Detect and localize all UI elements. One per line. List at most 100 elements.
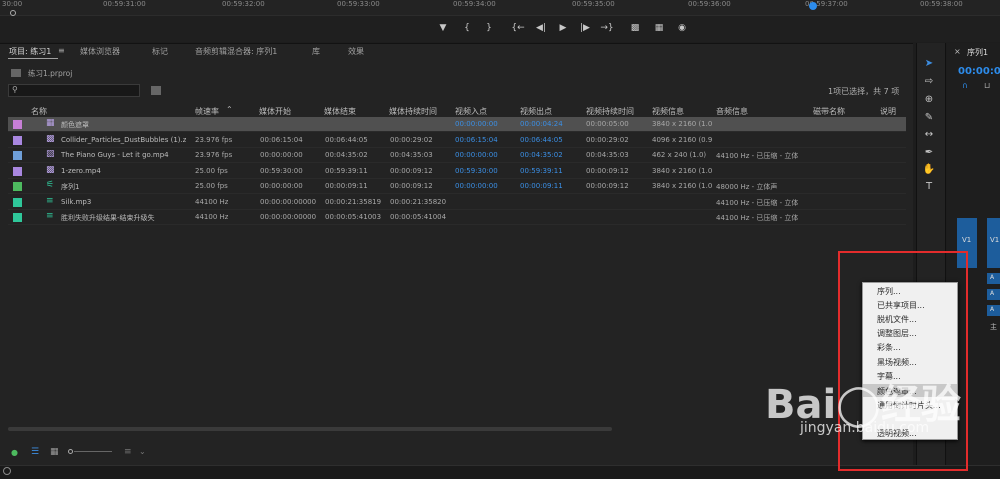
col-video-in[interactable]: 视频入点 <box>455 106 487 117</box>
col-video-info[interactable]: 视频信息 <box>652 106 684 117</box>
label-color-swatch[interactable] <box>13 135 22 145</box>
go-to-in-icon[interactable]: {← <box>510 21 526 35</box>
sort-icon[interactable]: ≡ <box>124 447 132 457</box>
col-name[interactable]: 名称 <box>31 106 47 117</box>
marker-icon[interactable]: ▼ <box>435 21 451 35</box>
cell-vin: 00:00:00:00 <box>455 182 498 190</box>
zoom-slider-handle[interactable] <box>68 449 73 454</box>
tab-media-browser[interactable]: 媒体浏览器 <box>80 46 120 57</box>
linked-icon[interactable]: ⊔ <box>984 81 990 90</box>
timeline-timecode[interactable]: 00:00:06 <box>958 66 1000 77</box>
track-a1[interactable]: A <box>987 273 1000 284</box>
panel-menu-icon[interactable]: ≡ <box>58 46 65 55</box>
tab-effects[interactable]: 效果 <box>348 46 364 57</box>
col-video-out[interactable]: 视频出点 <box>520 106 552 117</box>
razor-icon[interactable]: ✎ <box>921 111 937 125</box>
cell-fps: 25.00 fps <box>195 182 228 190</box>
cell-start: 00:00:00:00000 <box>260 197 317 206</box>
step-back-icon[interactable]: ◀| <box>533 21 549 35</box>
ripple-edit-icon[interactable]: ⊕ <box>921 93 937 107</box>
out-point-icon[interactable]: } <box>481 21 497 35</box>
cell-end: 00:00:21:35819 <box>325 197 382 206</box>
selection-tool-icon[interactable]: ➤ <box>921 57 937 71</box>
cell-name[interactable]: The Piano Guys - Let it go.mp4 <box>61 151 169 159</box>
col-audio-info[interactable]: 音频信息 <box>716 106 748 117</box>
label-color-swatch[interactable] <box>13 120 22 129</box>
snap-icon[interactable]: ∩ <box>962 81 968 90</box>
go-to-out-icon[interactable]: →} <box>599 21 615 35</box>
lock-icon[interactable]: ● <box>11 448 18 457</box>
export-frame-icon[interactable]: ◉ <box>674 21 690 35</box>
col-media-start[interactable]: 媒体开始 <box>259 106 291 117</box>
step-forward-icon[interactable]: |▶ <box>577 21 593 35</box>
in-point-icon[interactable]: { <box>459 21 475 35</box>
search-icon: ⚲ <box>12 85 18 94</box>
insert-icon[interactable]: ▩ <box>627 21 643 35</box>
cell-name[interactable]: 颜色遮罩 <box>61 120 89 130</box>
cell-name[interactable]: Silk.mp3 <box>61 198 91 206</box>
horizontal-scrollbar[interactable] <box>8 427 612 431</box>
col-tape-name[interactable]: 磁带名称 <box>813 106 845 117</box>
play-icon[interactable]: ▶ <box>555 21 571 35</box>
cell-start: 00:59:30:00 <box>260 166 303 175</box>
cell-fps: 23.976 fps <box>195 151 233 159</box>
audio-file-icon: ≡ <box>46 195 54 206</box>
cell-dur: 00:00:05:41004 <box>390 213 447 221</box>
cell-vdur: 00:00:09:12 <box>586 166 629 175</box>
cell-vdur: 00:04:35:03 <box>586 151 629 159</box>
col-video-duration[interactable]: 视频持续时间 <box>586 106 634 117</box>
label-color-swatch[interactable] <box>13 182 22 191</box>
type-tool-icon[interactable]: T <box>921 180 937 194</box>
tab-markers[interactable]: 标记 <box>152 46 168 57</box>
master-track-label: 主 <box>990 323 997 331</box>
label-color-swatch[interactable] <box>13 151 22 160</box>
track-v1[interactable]: V1 <box>987 218 1000 268</box>
label-color-swatch[interactable] <box>13 197 22 207</box>
col-media-duration[interactable]: 媒体持续时间 <box>389 106 437 117</box>
cell-vinfo: 3840 x 2160 (1.0) <box>652 120 712 128</box>
track-label: A <box>990 306 995 313</box>
col-description[interactable]: 说明 <box>880 106 896 117</box>
cell-end: 00:06:44:05 <box>325 135 368 144</box>
tab-project[interactable]: 项目: 练习1 <box>9 46 51 57</box>
track-a2[interactable]: A <box>987 289 1000 300</box>
cell-vinfo: 4096 x 2160 (0.93 <box>652 135 712 144</box>
color-matte-icon: ▦ <box>46 118 55 128</box>
track-a3[interactable]: A <box>987 305 1000 316</box>
tab-audio-mixer[interactable]: 音频剪辑混合器: 序列1 <box>195 46 277 57</box>
sort-asc-icon[interactable]: ⌃ <box>226 105 233 114</box>
zoom-slider-track[interactable] <box>74 451 112 452</box>
close-icon[interactable]: × <box>954 47 961 56</box>
av-file-icon: ▨ <box>46 149 55 159</box>
slip-icon[interactable]: ↔ <box>921 128 937 142</box>
col-fps[interactable]: 帧速率 <box>195 106 219 117</box>
cell-vout: 00:59:39:11 <box>520 166 563 175</box>
cell-name[interactable]: 1-zero.mp4 <box>61 167 101 175</box>
monitor-controls <box>0 16 1000 42</box>
list-view-icon[interactable]: ☰ <box>31 447 39 457</box>
cell-start: 00:00:00:00000 <box>260 213 317 221</box>
cell-name[interactable]: 序列1 <box>61 182 79 192</box>
timeline-title[interactable]: 序列1 <box>967 47 988 58</box>
tick-label: 00:59:34:00 <box>453 0 496 8</box>
search-input[interactable]: ⚲ <box>8 84 140 97</box>
cell-name[interactable]: 胜利失败升级结果-结束升级失 <box>61 213 155 223</box>
playhead[interactable] <box>809 2 817 10</box>
tick-label: 00:59:36:00 <box>688 0 731 8</box>
overwrite-icon[interactable]: ▦ <box>651 21 667 35</box>
pen-icon[interactable]: ✒ <box>921 146 937 160</box>
label-color-swatch[interactable] <box>13 166 22 176</box>
label-color-swatch[interactable] <box>13 213 22 222</box>
track-select-icon[interactable]: ⇨ <box>921 75 937 89</box>
col-media-end[interactable]: 媒体结束 <box>324 106 356 117</box>
cell-vdur: 00:00:29:02 <box>586 135 629 144</box>
tab-libraries[interactable]: 库 <box>312 46 320 57</box>
icon-view-icon[interactable]: ▦ <box>50 447 59 457</box>
new-bin-from-search-icon[interactable] <box>151 86 161 95</box>
cell-dur: 00:00:09:12 <box>390 182 433 190</box>
baidu-watermark-url: jingyan.baidu.com <box>800 420 930 436</box>
cell-dur: 00:00:09:12 <box>390 166 433 175</box>
chevron-down-icon[interactable]: ⌄ <box>139 447 146 456</box>
cell-name[interactable]: Collider_Particles_DustBubbles (1).zer <box>61 136 186 144</box>
timeline-ruler[interactable]: 30:00 00:59:31:00 00:59:32:00 00:59:33:0… <box>0 0 1000 16</box>
